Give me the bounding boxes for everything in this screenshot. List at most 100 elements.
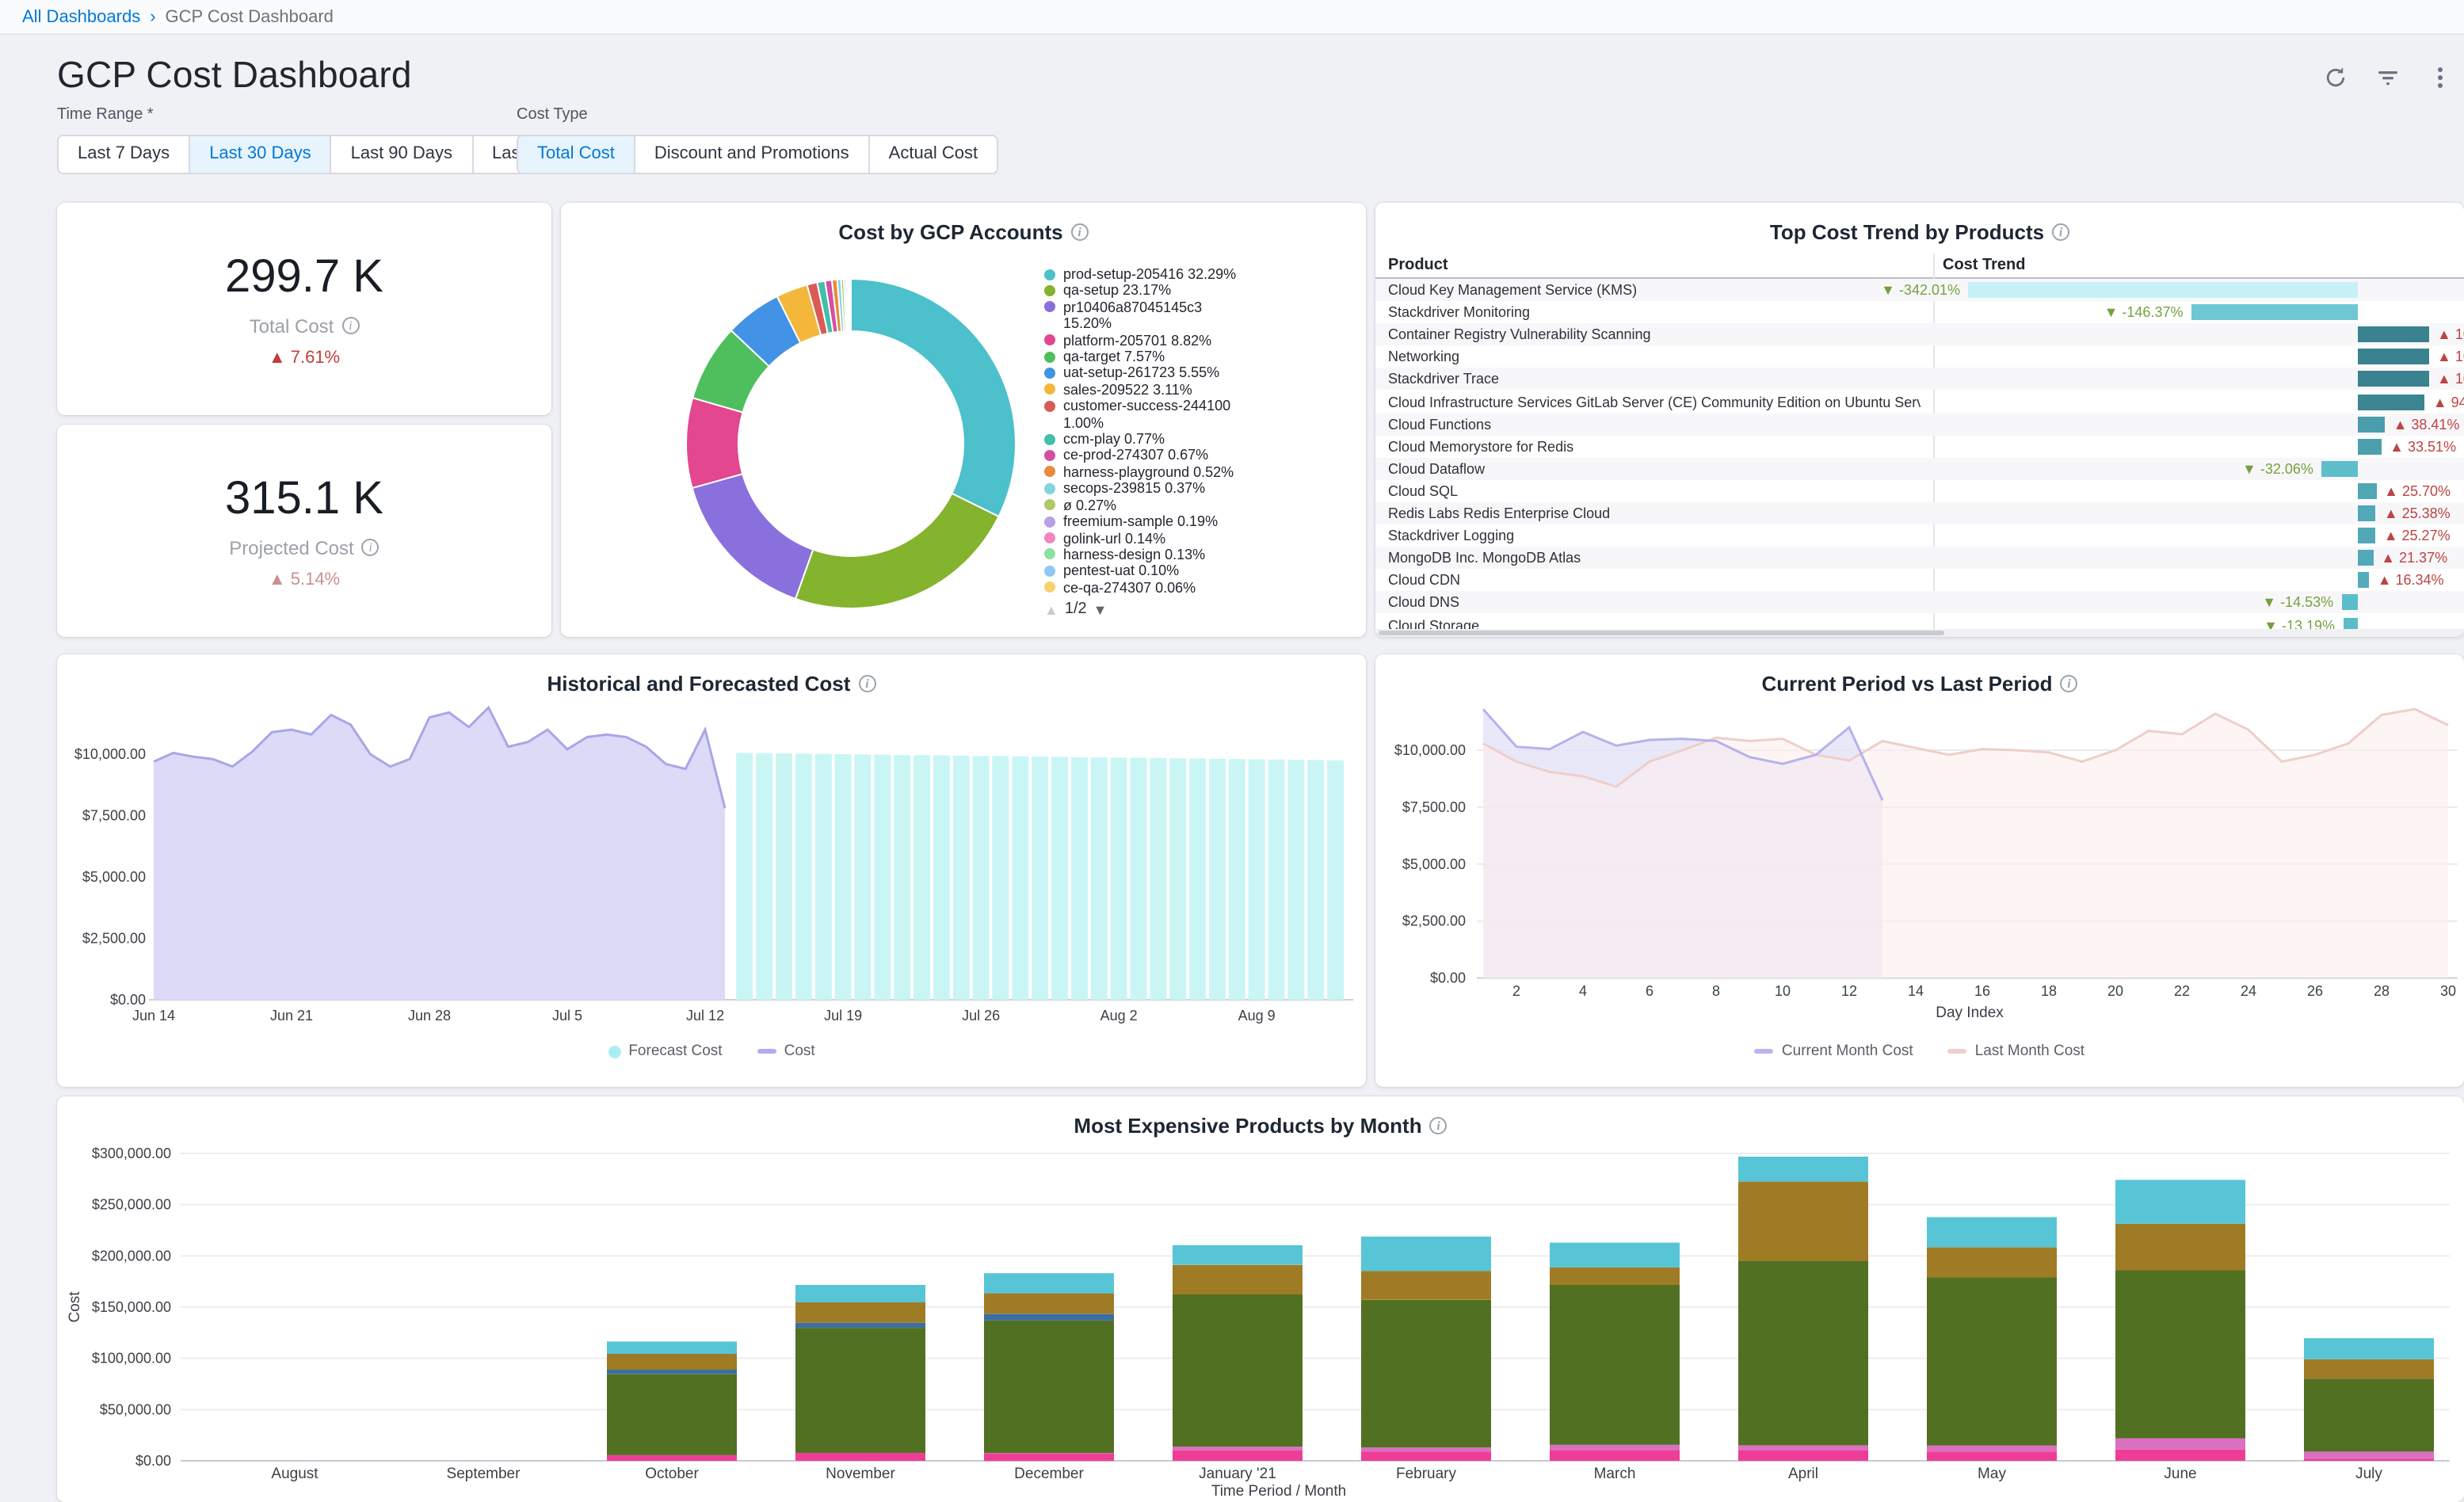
forecast-bar[interactable] <box>795 753 812 1000</box>
stack-segment-series-brown-october[interactable] <box>607 1354 737 1370</box>
stack-segment-series-brown-april[interactable] <box>1738 1182 1868 1261</box>
trend-bar[interactable] <box>2358 483 2376 499</box>
trend-bar[interactable] <box>2358 416 2386 432</box>
trend-bar[interactable] <box>2358 505 2376 521</box>
legend-item-pentest-uat[interactable]: pentest-uat 0.10% <box>1044 563 1361 580</box>
stack-segment-series-cyan-june[interactable] <box>2115 1180 2245 1223</box>
stack-segment-series-brown-june[interactable] <box>2115 1224 2245 1271</box>
forecast-bar[interactable] <box>1327 761 1344 1000</box>
legend-item-qa-setup[interactable]: qa-setup 23.17% <box>1044 283 1361 299</box>
stack-segment-series-brown-july[interactable] <box>2304 1359 2434 1379</box>
trend-bar[interactable] <box>2358 528 2376 543</box>
stack-segment-series-magenta-december[interactable] <box>984 1453 1114 1461</box>
trend-bar[interactable] <box>2358 349 2429 365</box>
scrollbar-thumb[interactable] <box>1379 631 1944 635</box>
forecast-bar[interactable] <box>874 755 891 1000</box>
info-icon[interactable]: i <box>2052 223 2069 241</box>
trend-bar[interactable] <box>1968 282 2358 298</box>
stack-segment-series-olive-april[interactable] <box>1738 1261 1868 1446</box>
stack-segment-series-magenta-february[interactable] <box>1361 1451 1491 1461</box>
stack-segment-series-orchid-april[interactable] <box>1738 1445 1868 1451</box>
trend-bar[interactable] <box>2358 550 2373 566</box>
stack-segment-series-olive-december[interactable] <box>984 1321 1114 1453</box>
forecast-bar[interactable] <box>1249 760 1265 1000</box>
legend-item-golink-url[interactable]: golink-url 0.14% <box>1044 530 1361 547</box>
legend-item-qa-target[interactable]: qa-target 7.57% <box>1044 349 1361 365</box>
stack-segment-series-magenta-july[interactable] <box>2304 1458 2434 1461</box>
stack-segment-series-cyan-july[interactable] <box>2304 1338 2434 1359</box>
legend-item-pr10406a87045145c3[interactable]: pr10406a87045145c315.20% <box>1044 299 1361 333</box>
stack-segment-series-cyan-october[interactable] <box>607 1341 737 1354</box>
cost-type-option-total-cost[interactable]: Total Cost <box>518 136 634 173</box>
forecast-bar[interactable] <box>835 754 852 1000</box>
legend-item-platform-205701[interactable]: platform-205701 8.82% <box>1044 332 1361 349</box>
forecast-bar[interactable] <box>815 754 832 1000</box>
table-row-12[interactable]: Stackdriver Logging▲ 25.27% <box>1375 524 2464 547</box>
donut-slice-platform-205701[interactable] <box>686 398 743 488</box>
cost-type-option-discount-and-promotions[interactable]: Discount and Promotions <box>634 136 868 173</box>
stack-segment-series-magenta-april[interactable] <box>1738 1451 1868 1461</box>
legend-item-harness-playground[interactable]: harness-playground 0.52% <box>1044 464 1361 481</box>
forecast-bar[interactable] <box>1051 757 1068 1000</box>
stack-segment-series-olive-june[interactable] <box>2115 1270 2245 1438</box>
forecast-bar[interactable] <box>992 756 1009 1000</box>
trend-bar[interactable] <box>2358 394 2425 410</box>
table-horizontal-scrollbar[interactable] <box>1375 629 2464 637</box>
forecast-bar[interactable] <box>854 754 871 1000</box>
stack-segment-series-orchid-july[interactable] <box>2304 1451 2434 1458</box>
column-header-product[interactable]: Product <box>1388 257 1448 274</box>
filter-icon[interactable] <box>2374 63 2402 92</box>
legend-page-down-icon[interactable]: ▼ <box>1093 601 1108 617</box>
trend-bar[interactable] <box>2321 461 2358 477</box>
legend-item-harness-design[interactable]: harness-design 0.13% <box>1044 547 1361 563</box>
donut-slice-prod-setup-205416[interactable] <box>851 279 1016 517</box>
forecast-bar[interactable] <box>953 756 970 1000</box>
stack-segment-series-brown-december[interactable] <box>984 1294 1114 1314</box>
stack-segment-series-orchid-february[interactable] <box>1361 1447 1491 1451</box>
stack-segment-series-olive-march[interactable] <box>1550 1285 1680 1445</box>
stack-segment-series-olive-january--21[interactable] <box>1173 1294 1303 1447</box>
forecast-bar[interactable] <box>1169 758 1186 1000</box>
stack-segment-series-olive-november[interactable] <box>795 1328 925 1453</box>
legend-item-freemium-sample[interactable]: freemium-sample 0.19% <box>1044 513 1361 530</box>
forecast-bar[interactable] <box>973 756 990 1000</box>
table-row-14[interactable]: Cloud CDN▲ 16.34% <box>1375 570 2464 592</box>
legend-item-uat-setup-261723[interactable]: uat-setup-261723 5.55% <box>1044 365 1361 382</box>
table-row-11[interactable]: Redis Labs Redis Enterprise Cloud▲ 25.38… <box>1375 502 2464 524</box>
table-row-7[interactable]: Cloud Functions▲ 38.41% <box>1375 413 2464 435</box>
column-header-cost-trend[interactable]: Cost Trend <box>1943 257 2025 274</box>
cost-type-option-actual-cost[interactable]: Actual Cost <box>868 136 997 173</box>
table-row-9[interactable]: Cloud Dataflow▼ -32.06% <box>1375 458 2464 480</box>
table-row-2[interactable]: Stackdriver Monitoring▼ -146.37% <box>1375 301 2464 323</box>
table-row-6[interactable]: Cloud Infrastructure Services GitLab Ser… <box>1375 391 2464 413</box>
info-icon[interactable]: i <box>362 539 380 556</box>
donut-slice-ce-qa-274307[interactable] <box>849 279 850 331</box>
stack-segment-series-steel-blue-october[interactable] <box>607 1370 737 1374</box>
donut-slice-qa-setup[interactable] <box>795 494 999 608</box>
forecast-bar[interactable] <box>1287 760 1304 1000</box>
stack-segment-series-brown-may[interactable] <box>1927 1248 2057 1278</box>
legend-item-ccm-play[interactable]: ccm-play 0.77% <box>1044 431 1361 448</box>
breadcrumb-link-all-dashboards[interactable]: All Dashboards <box>22 7 140 26</box>
stack-segment-series-cyan-may[interactable] <box>1927 1217 2057 1247</box>
trend-bar[interactable] <box>2358 372 2429 387</box>
legend-item-ce-qa-274307[interactable]: ce-qa-274307 0.06% <box>1044 579 1361 596</box>
stack-segment-series-orchid-march[interactable] <box>1550 1445 1680 1451</box>
forecast-bar[interactable] <box>1131 758 1147 1000</box>
table-row-13[interactable]: MongoDB Inc. MongoDB Atlas▲ 21.37% <box>1375 547 2464 569</box>
forecast-bar[interactable] <box>756 753 772 1000</box>
table-row-15[interactable]: Cloud DNS▼ -14.53% <box>1375 592 2464 614</box>
forecast-bar[interactable] <box>1012 757 1028 1000</box>
forecast-bar[interactable] <box>1229 759 1245 1000</box>
forecast-bar[interactable] <box>1307 760 1324 1000</box>
stack-segment-series-cyan-december[interactable] <box>984 1273 1114 1293</box>
stack-segment-series-cyan-february[interactable] <box>1361 1237 1491 1271</box>
forecast-bar[interactable] <box>914 755 930 1000</box>
table-row-1[interactable]: Cloud Key Management Service (KMS)▼ -342… <box>1375 279 2464 301</box>
forecast-bar[interactable] <box>1071 757 1088 1000</box>
forecast-bar[interactable] <box>1111 757 1127 1000</box>
trend-bar[interactable] <box>2191 304 2358 320</box>
stack-segment-series-olive-may[interactable] <box>1927 1277 2057 1445</box>
kebab-menu-icon[interactable] <box>2426 63 2454 92</box>
stack-segment-series-cyan-january--21[interactable] <box>1173 1245 1303 1265</box>
